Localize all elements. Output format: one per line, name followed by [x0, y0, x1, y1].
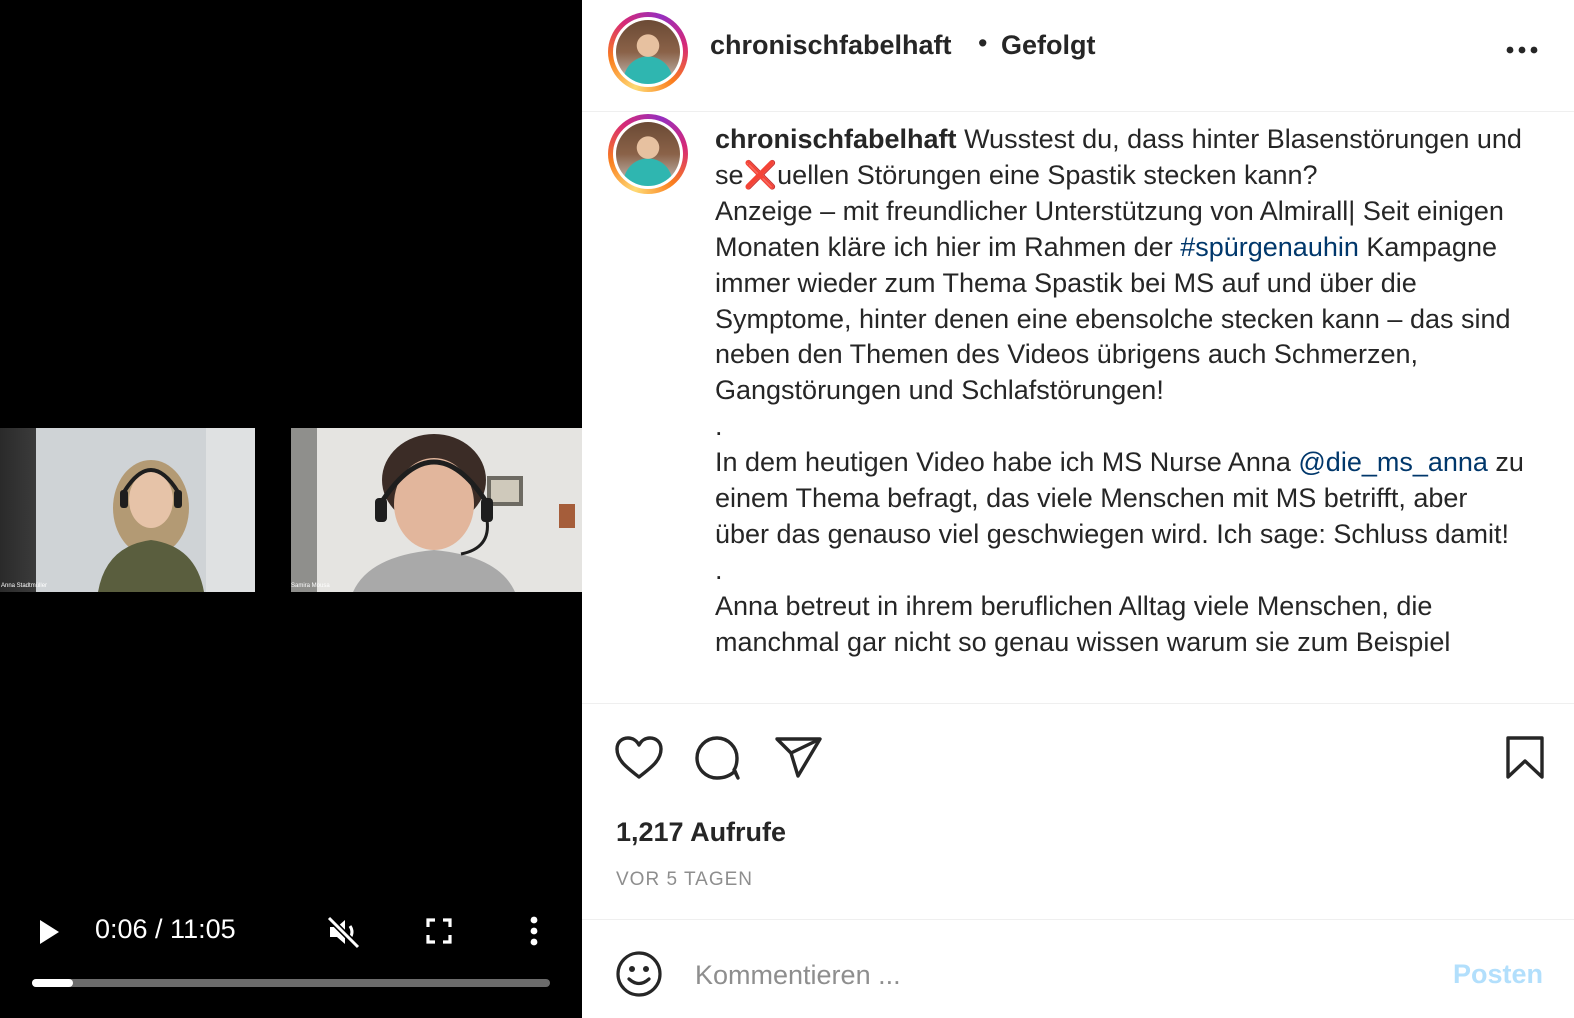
participant-image-left — [36, 428, 255, 592]
post-date[interactable]: VOR 5 TAGEN — [616, 869, 753, 891]
view-count[interactable]: 1,217 Aufrufe — [616, 817, 786, 848]
video-player[interactable]: Anna Stadtmüller Samira Mousa 0:06 / 11:… — [0, 0, 582, 1018]
participant-tile-right — [291, 428, 582, 592]
mention-link[interactable]: @die_ms_anna — [1298, 447, 1488, 477]
mute-button[interactable] — [324, 914, 364, 950]
share-button[interactable] — [774, 735, 824, 786]
avatar-image — [616, 20, 680, 84]
video-more-button[interactable] — [524, 914, 544, 948]
post-comment-button[interactable]: Posten — [1453, 959, 1543, 990]
caption-area[interactable]: chronischfabelhaft Wusstest du, dass hin… — [582, 112, 1574, 704]
header-separator: • — [978, 28, 988, 58]
post-options-button[interactable] — [1504, 38, 1540, 62]
progress-fill — [32, 979, 74, 987]
comment-icon — [695, 736, 740, 780]
participant-name-right: Samira Mousa — [291, 583, 330, 589]
time-display: 0:06 / 11:05 — [95, 914, 236, 944]
volume-muted-icon — [326, 915, 361, 949]
heart-icon — [615, 736, 663, 779]
post-header: chronischfabelhaft • Gefolgt — [582, 0, 1574, 112]
participant-name-left: Anna Stadtmüller — [1, 583, 48, 589]
caption-text: chronischfabelhaft Wusstest du, dass hin… — [715, 122, 1525, 661]
fullscreen-button[interactable] — [424, 916, 454, 946]
caption-dot-2: . — [715, 554, 723, 585]
more-horizontal-icon — [1506, 46, 1538, 54]
post-actions: 1,217 Aufrufe VOR 5 TAGEN — [582, 705, 1574, 920]
caption-username[interactable]: chronischfabelhaft — [715, 124, 957, 154]
caption-paragraph-4: Anna betreut in ihrem beruflichen Alltag… — [715, 590, 1451, 657]
post-details: chronischfabelhaft • Gefolgt chronischfa… — [582, 0, 1574, 1018]
bookmark-icon — [1506, 736, 1544, 779]
comment-input[interactable] — [695, 955, 1435, 995]
progress-bar[interactable] — [32, 979, 550, 987]
video-frame — [0, 428, 582, 592]
fullscreen-icon — [426, 918, 452, 944]
cross-emoji-icon: ❌ — [743, 159, 778, 190]
comment-button[interactable] — [694, 735, 744, 786]
caption-paragraph-1: chronischfabelhaft Wusstest du, dass hin… — [715, 122, 1525, 194]
play-icon — [40, 920, 59, 944]
caption-paragraph-2: Anzeige – mit freundlicher Unterstützung… — [715, 194, 1525, 409]
save-button[interactable] — [1504, 735, 1546, 786]
like-button[interactable] — [614, 735, 664, 786]
caption-avatar-image — [616, 122, 680, 186]
video-side-strip — [0, 428, 36, 592]
hashtag-link[interactable]: #spürgenauhin — [1180, 232, 1359, 262]
header-username[interactable]: chronischfabelhaft — [710, 30, 952, 61]
caption-avatar[interactable] — [608, 114, 688, 194]
play-button[interactable] — [34, 916, 64, 948]
caption-para2-a: In dem heutigen Video habe ich MS Nurse … — [715, 447, 1299, 478]
avatar[interactable] — [608, 12, 688, 92]
share-icon — [775, 737, 822, 778]
caption-line1-b: uellen Störungen eine Spastik stecken ka… — [777, 159, 1318, 190]
participant-tile-left — [36, 428, 255, 592]
caption-dot-1: . — [715, 411, 723, 442]
comment-bar: Posten — [582, 921, 1574, 1018]
follow-status-button[interactable]: Gefolgt — [1001, 30, 1096, 61]
caption-paragraph-3: In dem heutigen Video habe ich MS Nurse … — [715, 445, 1525, 553]
emoji-button[interactable] — [615, 950, 663, 1003]
emoji-icon — [616, 951, 662, 997]
more-vertical-icon — [530, 916, 538, 946]
participant-image-right — [291, 428, 582, 592]
